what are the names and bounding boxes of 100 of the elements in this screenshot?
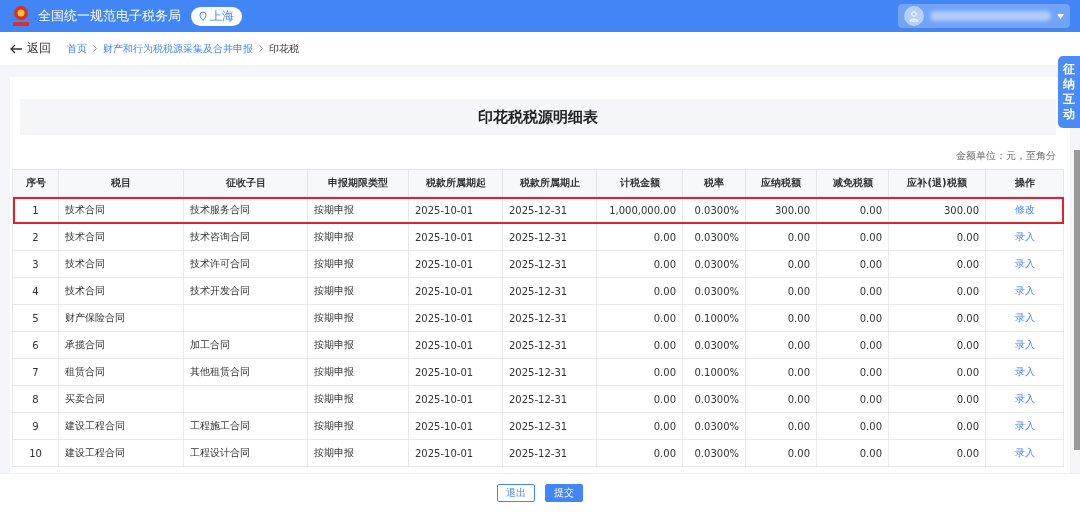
table-cell: 0.00 — [888, 331, 986, 359]
table-cell: 6 — [12, 331, 59, 359]
table-cell: 0.1000% — [682, 358, 746, 386]
table-cell: 2025-10-01 — [408, 250, 503, 278]
table-cell: 2025-12-31 — [502, 385, 597, 413]
submit-button[interactable]: 提交 — [545, 484, 583, 502]
table-cell: 0.00 — [816, 250, 889, 278]
table-cell: 工程施工合同 — [183, 412, 308, 440]
table-cell: 租赁合同 — [58, 358, 184, 386]
table-cell: 0.00 — [596, 250, 683, 278]
table-cell: 财产保险合同 — [58, 304, 184, 332]
table-cell: 加工合同 — [183, 331, 308, 359]
caret-icon — [1057, 13, 1064, 19]
back-arrow-icon — [10, 43, 23, 54]
table-cell: 技术合同 — [58, 250, 184, 278]
table-cell: 按期申报 — [307, 223, 409, 251]
action-link[interactable]: 录入 — [1014, 258, 1035, 269]
table-cell: 0.00 — [596, 439, 683, 467]
table-cell: 0.00 — [745, 439, 817, 467]
table-cell: 2025-10-01 — [408, 358, 503, 386]
table-cell: 0.00 — [816, 304, 889, 332]
table-cell: 0.00 — [888, 304, 986, 332]
table-cell: 0.00 — [745, 304, 817, 332]
table-cell: 2025-10-01 — [408, 331, 503, 359]
table-cell: 0.00 — [888, 250, 986, 278]
table-cell: 0.00 — [596, 304, 683, 332]
breadcrumb-link[interactable]: 印花税 — [269, 41, 299, 56]
table-cell: 按期申报 — [307, 304, 409, 332]
table-cell: 5 — [12, 304, 59, 332]
table-cell: 0.00 — [816, 277, 889, 305]
action-link[interactable]: 录入 — [1014, 420, 1035, 431]
action-link[interactable]: 录入 — [1014, 312, 1035, 323]
table-cell: 2025-12-31 — [502, 358, 597, 386]
table-cell: 8 — [12, 385, 59, 413]
emblem-logo — [10, 4, 32, 28]
table-cell: 2025-10-01 — [408, 412, 503, 440]
user-menu[interactable] — [898, 4, 1070, 28]
column-header: 税款所属期起 — [408, 169, 503, 197]
table-cell: 按期申报 — [307, 412, 409, 440]
table-cell: 2025-12-31 — [502, 223, 597, 251]
table-cell: 按期申报 — [307, 439, 409, 467]
column-header: 计税金额 — [596, 169, 683, 197]
breadcrumb-link[interactable]: 首页 — [67, 41, 87, 56]
table-cell: 0.00 — [596, 385, 683, 413]
column-header: 税率 — [682, 169, 746, 197]
column-header: 应纳税额 — [745, 169, 817, 197]
table-cell: 技术咨询合同 — [183, 223, 308, 251]
action-link[interactable]: 录入 — [1014, 285, 1035, 296]
table-cell: 技术许可合同 — [183, 250, 308, 278]
table-cell: 0.0300% — [682, 331, 746, 359]
table-cell: 0.00 — [888, 277, 986, 305]
table-cell: 2025-12-31 — [502, 439, 597, 467]
table-cell: 0.0300% — [682, 250, 746, 278]
table-cell: 工程设计合同 — [183, 439, 308, 467]
region-button[interactable]: 上海 — [191, 6, 242, 26]
table-cell: 建设工程合同 — [58, 412, 184, 440]
unit-note: 金额单位：元，至角分 — [955, 149, 1057, 163]
table-cell: 其他租赁合同 — [183, 358, 308, 386]
table-cell: 2025-12-31 — [502, 331, 597, 359]
table-cell: 按期申报 — [307, 277, 409, 305]
table-cell: 1 — [12, 196, 59, 224]
back-button[interactable]: 返回 — [10, 40, 51, 57]
table-cell: 买卖合同 — [58, 385, 184, 413]
table-cell: 0.00 — [745, 250, 817, 278]
table-cell: 承揽合同 — [58, 331, 184, 359]
table-cell: 2025-10-01 — [408, 439, 503, 467]
action-link[interactable]: 录入 — [1014, 339, 1035, 350]
table-cell: 0.00 — [888, 358, 986, 386]
table-cell: 0.00 — [816, 412, 889, 440]
table-cell: 2025-10-01 — [408, 223, 503, 251]
action-link[interactable]: 录入 — [1014, 393, 1035, 404]
exit-button[interactable]: 退出 — [497, 484, 535, 502]
table-cell: 0.00 — [816, 331, 889, 359]
action-link[interactable]: 修改 — [1014, 204, 1035, 215]
table-cell: 0.0300% — [682, 277, 746, 305]
table-cell: 0.00 — [816, 358, 889, 386]
table-title: 印花税税源明细表 — [478, 107, 598, 127]
table-cell: 0.0300% — [682, 412, 746, 440]
scrollbar[interactable] — [1074, 150, 1080, 450]
action-link[interactable]: 录入 — [1014, 447, 1035, 458]
column-header: 申报期限类型 — [307, 169, 409, 197]
action-link[interactable]: 录入 — [1014, 366, 1035, 377]
table-cell: 0.00 — [888, 385, 986, 413]
table-cell: 4 — [12, 277, 59, 305]
table-cell: 0.00 — [596, 331, 683, 359]
action-link[interactable]: 录入 — [1014, 231, 1035, 242]
table-cell: 3 — [12, 250, 59, 278]
table-cell: 0.00 — [888, 439, 986, 467]
table-cell: 建设工程合同 — [58, 439, 184, 467]
table-cell: 0.00 — [888, 223, 986, 251]
table-cell: 0.00 — [745, 412, 817, 440]
table-cell: 0.00 — [745, 223, 817, 251]
table-cell: 0.0300% — [682, 439, 746, 467]
avatar-icon — [904, 6, 924, 26]
table-cell: 按期申报 — [307, 250, 409, 278]
table-cell: 2025-12-31 — [502, 412, 597, 440]
table-cell: 0.00 — [745, 385, 817, 413]
side-tab[interactable]: 征纳互动 — [1058, 56, 1080, 128]
breadcrumb-link[interactable]: 财产和行为税税源采集及合并申报 — [103, 41, 253, 56]
table-cell: 7 — [12, 358, 59, 386]
